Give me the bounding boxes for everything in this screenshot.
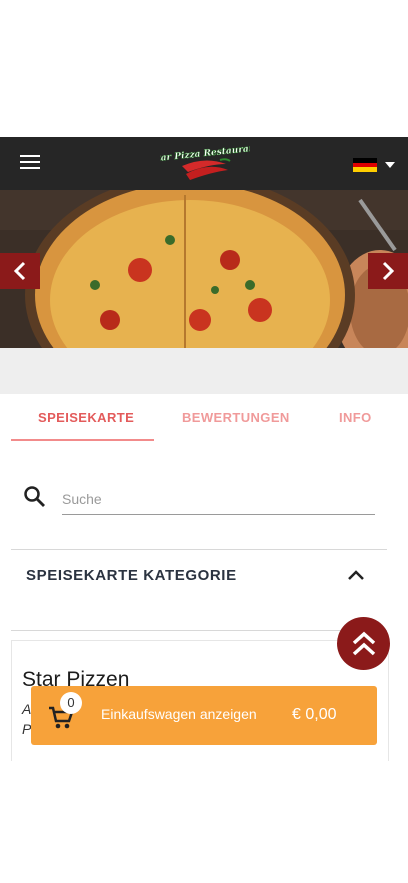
hamburger-menu-icon[interactable] [20, 155, 40, 171]
chevron-left-icon [13, 261, 26, 281]
app-header: Star Pizza Restaurant [0, 137, 408, 190]
tab-bewertungen[interactable]: BEWERTUNGEN [182, 410, 290, 425]
cart-count-badge: 0 [60, 692, 82, 714]
search-icon [24, 486, 45, 507]
view-cart-button[interactable]: 0 Einkaufswagen anzeigen € 0,00 [31, 686, 377, 745]
double-chevron-up-icon [352, 631, 375, 655]
divider [11, 630, 387, 631]
chevron-right-icon [382, 261, 395, 281]
restaurant-logo[interactable]: Star Pizza Restaurant [160, 142, 250, 186]
chevron-up-icon[interactable] [347, 569, 365, 581]
german-flag-icon[interactable] [353, 158, 377, 172]
scroll-to-top-button[interactable] [337, 617, 390, 670]
search-input[interactable] [62, 484, 375, 515]
category-card-description: P [22, 721, 32, 737]
tab-info[interactable]: INFO [339, 410, 372, 425]
category-card-description: A [22, 701, 32, 717]
tab-speisekarte[interactable]: SPEISEKARTE [38, 410, 134, 425]
cart-label: Einkaufswagen anzeigen [101, 706, 257, 722]
tab-bar: SPEISEKARTE BEWERTUNGEN INFO [0, 394, 408, 442]
category-title[interactable]: SPEISEKARTE KATEGORIE [26, 567, 237, 584]
carousel-next-button[interactable] [368, 253, 408, 289]
active-tab-indicator [11, 439, 154, 441]
language-dropdown-caret-icon[interactable] [385, 162, 395, 168]
pizza-banner-image [0, 190, 408, 348]
divider [11, 549, 387, 550]
carousel-prev-button[interactable] [0, 253, 40, 289]
cart-total: € 0,00 [292, 706, 337, 723]
section-spacer [0, 348, 408, 394]
